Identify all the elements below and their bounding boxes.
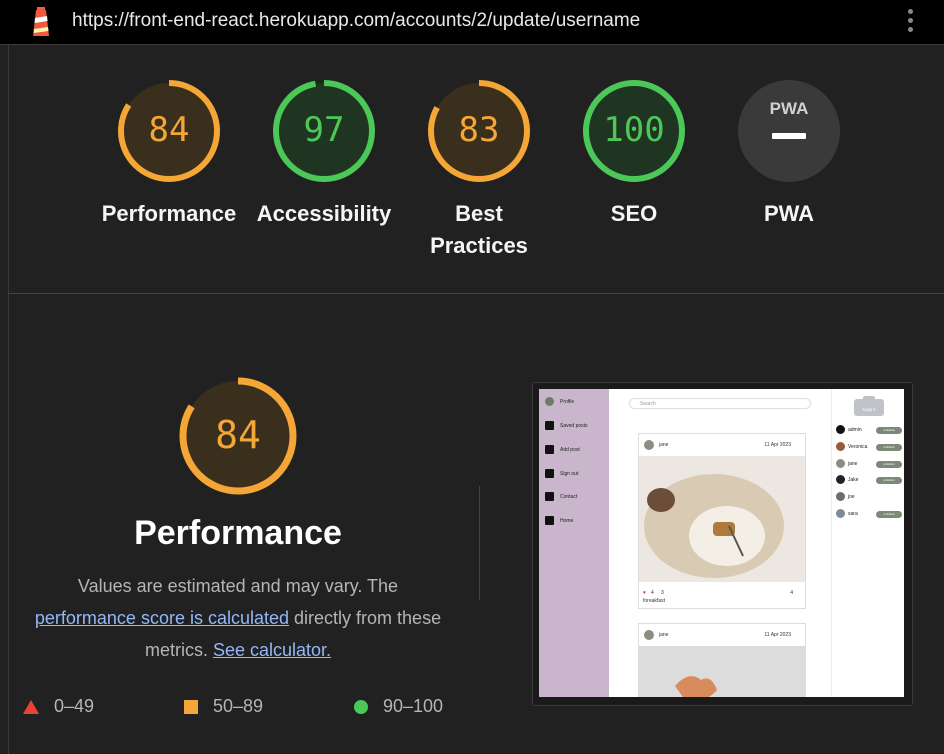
pwa-badge-icon: PWA xyxy=(738,80,840,182)
url-text[interactable]: https://front-end-react.herokuapp.com/ac… xyxy=(72,10,640,32)
thumb-user: Veronica xyxy=(836,442,867,451)
home-icon xyxy=(545,516,554,525)
thumb-search: Search xyxy=(629,398,811,409)
more-options-icon[interactable] xyxy=(900,6,920,38)
legend-pass: 90–100 xyxy=(353,696,443,717)
performance-title: Performance xyxy=(134,514,342,552)
add-icon xyxy=(545,445,554,454)
triangle-icon xyxy=(23,700,39,715)
thumb-sidebar: Profile Saved posts Add post Sign out Co… xyxy=(539,389,609,697)
gauge-label: Performance xyxy=(101,201,237,226)
thumb-post-image xyxy=(639,646,805,697)
score-calculated-link[interactable]: performance score is calculated xyxy=(35,608,289,628)
see-calculator-link[interactable]: See calculator. xyxy=(213,640,331,660)
thumb-unfollow: unfollow xyxy=(876,461,902,468)
legend-range: 50–89 xyxy=(213,696,264,716)
thumb-nav-item: Saved posts xyxy=(545,421,588,430)
section-divider xyxy=(9,293,944,294)
gauge-label: SEO xyxy=(610,201,658,226)
sign-out-icon xyxy=(545,469,554,478)
url-bar: https://front-end-react.herokuapp.com/ac… xyxy=(0,0,944,45)
performance-score: 84 xyxy=(215,413,261,457)
thumb-nav-item: Sign out xyxy=(545,469,578,478)
gauge-ring: 84 xyxy=(118,80,220,182)
gauge-label: PWA xyxy=(763,201,815,226)
gauge-score: 100 xyxy=(603,110,664,150)
thumb-user: jane xyxy=(836,459,857,468)
circle-icon xyxy=(354,700,368,715)
legend-fail: 0–49 xyxy=(22,696,94,717)
performance-gauge: 84 xyxy=(179,377,297,495)
desc-text: Values are estimated and may vary. The xyxy=(77,576,399,596)
svg-text:snap it: snap it xyxy=(862,407,876,412)
gauge-seo[interactable]: 100 SEO xyxy=(564,78,704,230)
legend-average: 50–89 xyxy=(183,696,263,717)
thumb-user: Jake xyxy=(836,475,859,484)
legend-range: 90–100 xyxy=(383,696,444,716)
gauge-ring: 97 xyxy=(273,80,375,182)
thumb-post-image xyxy=(639,456,805,582)
gauge-ring: 100 xyxy=(583,80,685,182)
thumb-post: jane 11 Apr 2023 ♥ 4 3 4 foreakfast xyxy=(638,433,806,609)
thumb-unfollow: unfollow xyxy=(876,427,902,434)
thumb-nav-item: Home xyxy=(545,516,573,525)
thumb-unfollow: unfollow xyxy=(876,444,902,451)
vertical-separator xyxy=(479,486,480,600)
gauge-score: 83 xyxy=(459,110,500,150)
thumb-user: admin xyxy=(836,425,862,434)
gauge-score: 84 xyxy=(149,110,190,150)
gauge-best-practices[interactable]: 83 Best Practices xyxy=(409,78,549,262)
performance-description: Values are estimated and may vary. The p… xyxy=(30,570,446,666)
panel-border xyxy=(8,44,9,754)
thumb-unfollow: unfollow xyxy=(876,477,902,484)
thumb-post: jane 11 Apr 2023 xyxy=(638,623,806,697)
thumb-nav-item: Profile xyxy=(545,397,574,406)
gauge-pwa[interactable]: PWA PWA xyxy=(719,78,859,230)
legend-range: 0–49 xyxy=(54,696,95,716)
thumb-user: joe xyxy=(836,492,855,501)
gauge-label: Best Practices xyxy=(430,201,528,258)
gauge-ring: 83 xyxy=(428,80,530,182)
thumb-users-panel: snap it admin unfollow Veronica unfollow… xyxy=(831,389,904,697)
mail-icon xyxy=(545,492,554,501)
final-screenshot[interactable]: Profile Saved posts Add post Sign out Co… xyxy=(539,389,904,697)
gauge-score: 97 xyxy=(304,110,345,150)
bookmark-icon xyxy=(545,421,554,430)
gauge-label: Accessibility xyxy=(256,201,392,226)
thumb-nav-item: Contact xyxy=(545,492,577,501)
pwa-badge-text: PWA xyxy=(770,99,809,118)
square-icon xyxy=(184,700,198,715)
thumb-unfollow: unfollow xyxy=(876,511,902,518)
camera-logo-icon: snap it xyxy=(854,396,884,416)
thumb-nav-item: Add post xyxy=(545,445,580,454)
gauge-performance[interactable]: 84 Performance xyxy=(99,78,239,230)
gauge-accessibility[interactable]: 97 Accessibility xyxy=(254,78,394,230)
lighthouse-icon xyxy=(33,7,49,36)
thumb-user: sara xyxy=(836,509,858,518)
